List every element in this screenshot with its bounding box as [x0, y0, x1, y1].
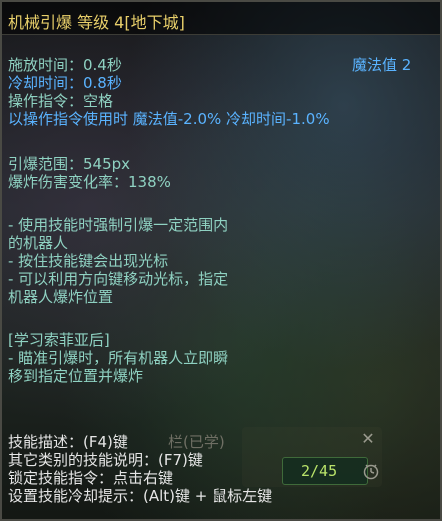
mana-cost: 魔法值 2 [352, 56, 412, 74]
description-line: 机器人爆炸位置 [8, 288, 114, 306]
learn-line: - 瞄准引爆时，所有机器人立即瞬 [8, 349, 229, 367]
learn-line: 移到指定位置并爆炸 [8, 367, 144, 385]
cooldown-time: 冷却时间：0.8秒 [8, 74, 122, 92]
skill-desc-overlay: 栏(已学) [168, 433, 225, 451]
description-line: - 可以利用方向键移动光标，指定 [8, 270, 229, 288]
other-desc-hint: 其它类别的技能说明：(F7)键 [8, 451, 203, 469]
cooldown-hint: 设置技能冷却提示：(Alt)键 + 鼠标左键 [8, 487, 273, 505]
explode-range: 引爆范围：545px [8, 155, 131, 173]
skill-title: 机械引爆 等级 4[地下城] [8, 13, 185, 32]
description-line: - 按住技能键会出现光标 [8, 252, 169, 270]
close-icon[interactable]: ✕ [359, 430, 377, 448]
damage-rate: 爆炸伤害变化率：138% [8, 173, 171, 191]
learn-header: [学习索菲亚后] [8, 331, 110, 349]
lock-skill-hint: 锁定技能指令：点击右键 [8, 469, 174, 487]
command-key: 操作指令：空格 [8, 92, 114, 110]
skill-tooltip: 机械引爆 等级 4[地下城] 施放时间：0.4秒 魔法值 2 冷却时间：0.8秒… [0, 0, 442, 521]
cast-time: 施放时间：0.4秒 [8, 56, 122, 74]
cooldown-counter: 2/45 [301, 462, 338, 480]
description-line: 的机器人 [8, 234, 69, 252]
cooldown-counter-box: 2/45 [282, 457, 368, 485]
skill-desc-hint: 技能描述：(F4)键 [8, 433, 128, 451]
tooltip-header: 机械引爆 等级 4[地下城] [2, 2, 440, 35]
description-line: - 使用技能时强制引爆一定范围内 [8, 216, 229, 234]
command-bonus: 以操作指令使用时 魔法值-2.0% 冷却时间-1.0% [8, 110, 330, 128]
clock-icon[interactable] [362, 462, 380, 480]
